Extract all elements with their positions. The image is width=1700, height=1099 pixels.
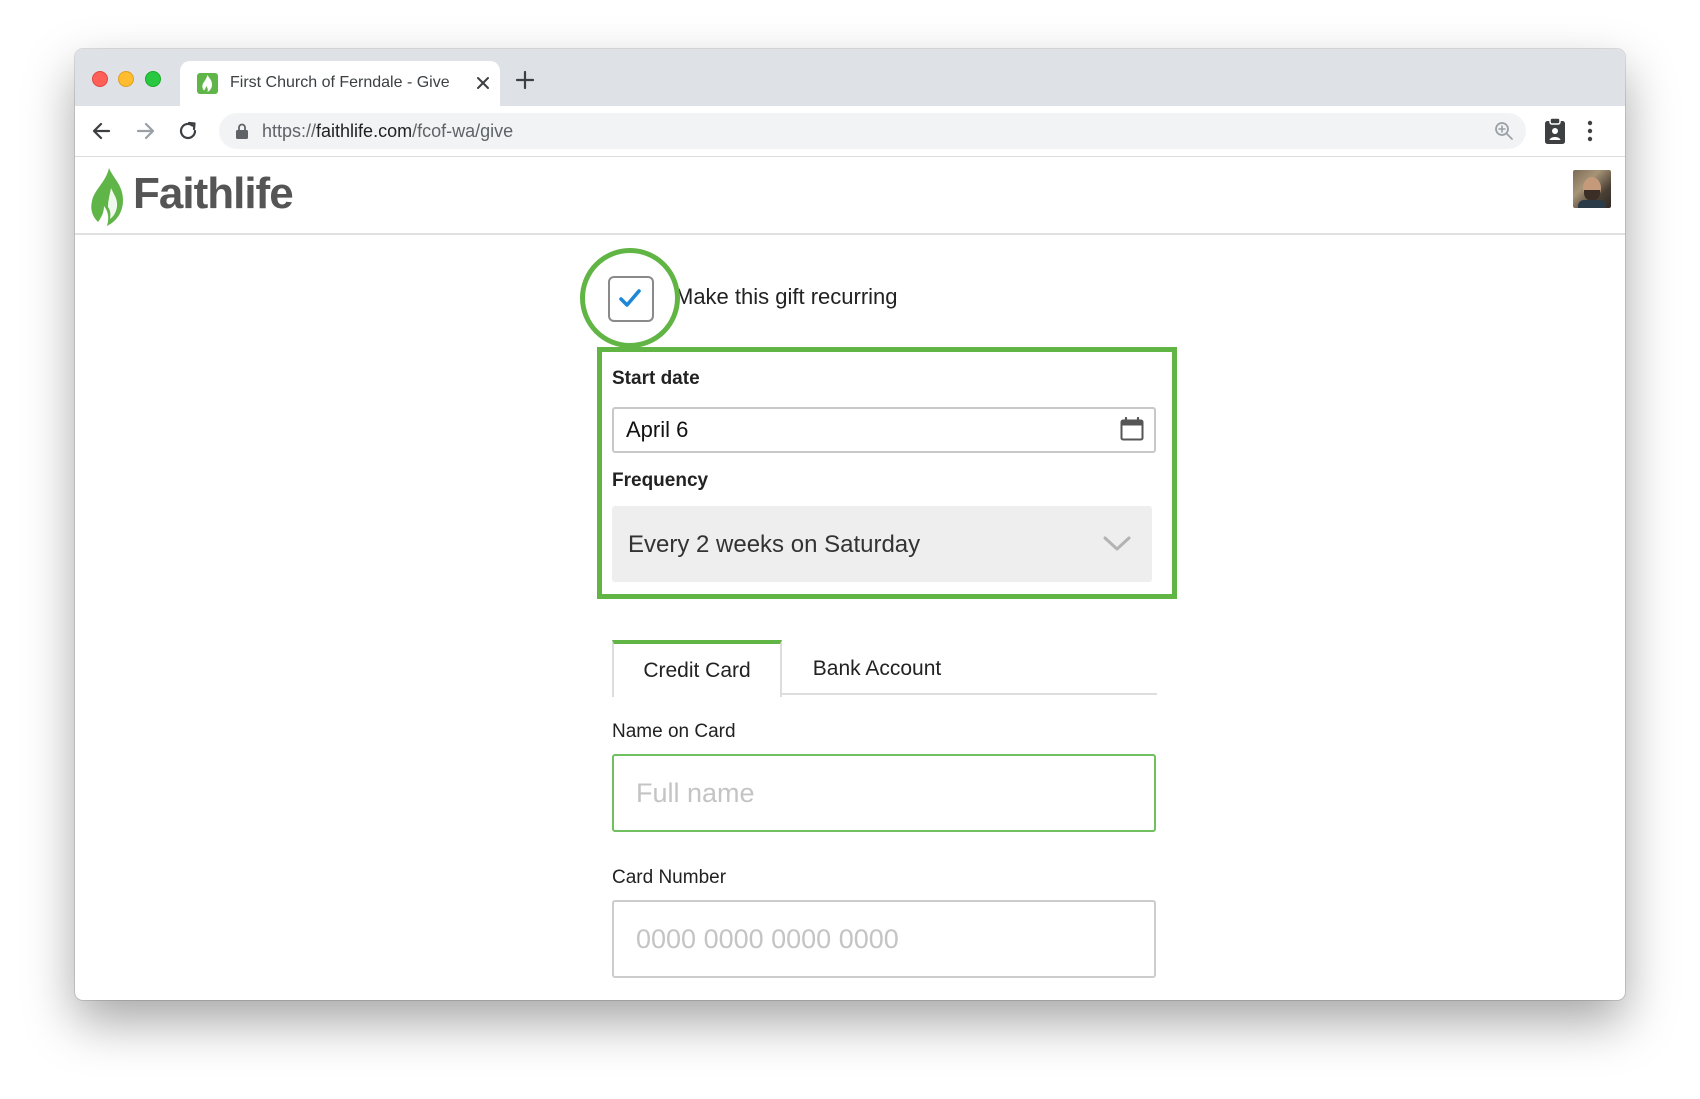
faithlife-favicon-icon xyxy=(197,73,218,94)
calendar-icon[interactable] xyxy=(1120,417,1144,441)
close-icon[interactable] xyxy=(474,74,492,92)
browser-window: First Church of Ferndale - Give https://… xyxy=(75,49,1625,1000)
tab-strip: First Church of Ferndale - Give xyxy=(75,49,1625,106)
minimize-window-button[interactable] xyxy=(118,71,134,87)
browser-tab[interactable]: First Church of Ferndale - Give xyxy=(180,61,500,106)
checkmark-icon xyxy=(619,289,641,307)
start-date-value: April 6 xyxy=(626,417,689,442)
url-domain: faithlife.com xyxy=(316,121,413,141)
flame-logo-icon[interactable] xyxy=(89,168,127,226)
tab-title: First Church of Ferndale - Give xyxy=(230,74,450,91)
start-date-label: Start date xyxy=(612,368,700,389)
site-logo-text[interactable]: Faithlife xyxy=(133,169,294,219)
frequency-value: Every 2 weeks on Saturday xyxy=(628,531,921,558)
back-arrow-icon[interactable] xyxy=(89,118,115,144)
give-form: Make this gift recurring Start date Apri… xyxy=(75,235,1625,1000)
tab-bank-account[interactable]: Bank Account xyxy=(802,640,952,695)
more-vert-icon[interactable] xyxy=(1586,119,1594,143)
card-number-label: Card Number xyxy=(612,867,727,888)
plus-icon[interactable] xyxy=(515,70,535,90)
start-date-input[interactable]: April 6 xyxy=(612,407,1156,453)
browser-toolbar: https://faithlife.com/fcof-wa/give xyxy=(75,106,1625,157)
recurring-row: Make this gift recurring xyxy=(580,235,980,348)
user-avatar[interactable] xyxy=(1573,170,1611,208)
recurring-label[interactable]: Make this gift recurring xyxy=(675,284,898,310)
recurring-checkbox[interactable] xyxy=(608,276,654,322)
site-header: Faithlife xyxy=(75,157,1625,235)
maximize-window-button[interactable] xyxy=(145,71,161,87)
url-scheme: https:// xyxy=(262,121,317,141)
url-text: https://faithlife.com/fcof-wa/give xyxy=(262,121,513,142)
card-number-input[interactable]: 0000 0000 0000 0000 xyxy=(612,900,1156,978)
card-number-placeholder: 0000 0000 0000 0000 xyxy=(636,924,899,954)
frequency-label: Frequency xyxy=(612,470,709,491)
forward-arrow-icon[interactable] xyxy=(132,118,158,144)
frequency-select[interactable]: Every 2 weeks on Saturday xyxy=(612,506,1152,582)
name-on-card-placeholder: Full name xyxy=(636,778,755,808)
recurring-options-highlight: Start date April 6 Frequency Every 2 wee… xyxy=(597,347,1177,599)
name-on-card-input[interactable]: Full name xyxy=(612,754,1156,832)
avatar-shirt xyxy=(1578,200,1606,208)
payment-method-tabs: Credit Card Bank Account xyxy=(612,640,1157,697)
close-window-button[interactable] xyxy=(92,71,108,87)
zoom-icon[interactable] xyxy=(1494,121,1514,141)
clipboard-extension-icon[interactable] xyxy=(1542,117,1568,145)
name-on-card-label: Name on Card xyxy=(612,721,736,742)
lock-icon xyxy=(236,123,248,139)
reload-icon[interactable] xyxy=(175,118,201,144)
chevron-down-icon xyxy=(1103,536,1131,551)
address-bar[interactable]: https://faithlife.com/fcof-wa/give xyxy=(219,113,1526,149)
url-path: /fcof-wa/give xyxy=(412,121,514,141)
tab-credit-card[interactable]: Credit Card xyxy=(612,640,782,697)
